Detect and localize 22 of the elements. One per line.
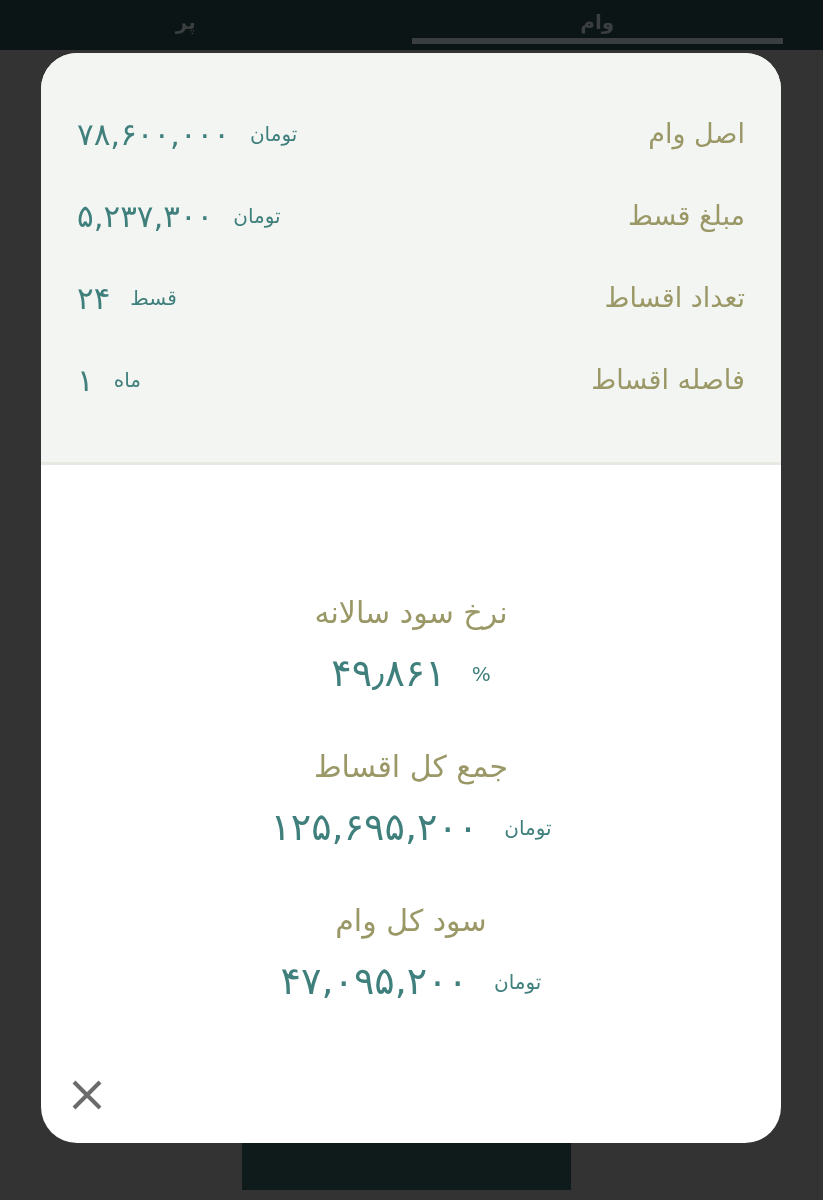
result-value: ۱۲۵,۶۹۵,۲۰۰ [270,804,479,851]
result-value: ۴۹٫۸۶۱ [331,650,446,697]
field-value: ۱ [77,360,94,400]
unit-label: تومان [249,121,298,148]
field-label: تعداد اقساط [604,280,745,315]
unit-label: ماه [113,367,141,394]
unit-label: تومان [233,203,281,230]
field-label: مبلغ قسط [627,198,745,234]
result-value: ۴۷,۰۹۵,۲۰۰ [280,958,469,1005]
field-value: ۵,۲۳۷,۳۰۰ [77,196,214,236]
unit-label: قسط [130,285,177,312]
field-value: ۲۴ [77,278,111,318]
field-label: فاصله اقساط [591,362,745,397]
result-label: سود کل وام [335,902,487,941]
result-label: نرخ سود سالانه [314,594,508,632]
result-label: جمع کل اقساط [313,748,509,787]
field-value: ۷۸,۶۰۰,۰۰۰ [77,114,230,154]
close-icon [71,1079,103,1111]
unit-label: تومان [494,968,542,996]
unit-label: % [471,660,491,688]
unit-label: تومان [504,814,552,842]
field-label: اصل وام [648,116,745,152]
